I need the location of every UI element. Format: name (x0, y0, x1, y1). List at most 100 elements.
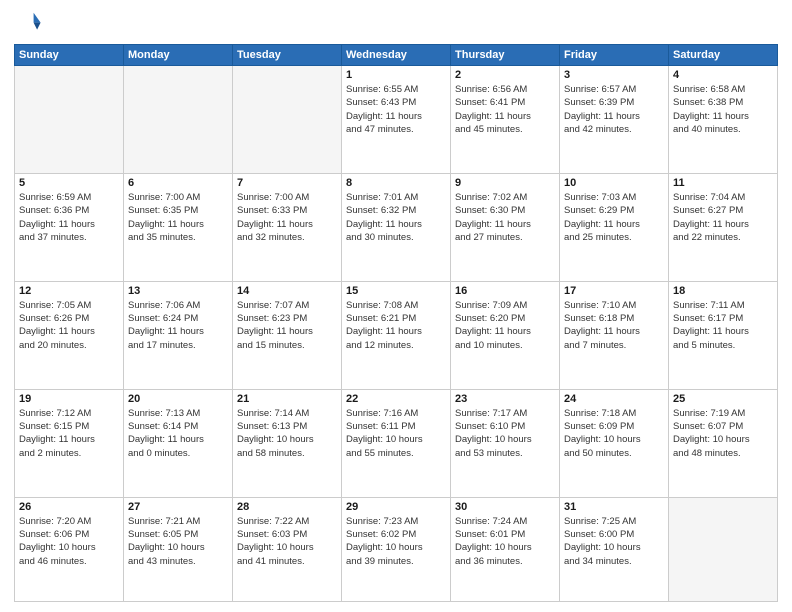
day-number: 27 (128, 501, 228, 513)
day-info: Sunrise: 7:10 AM Sunset: 6:18 PM Dayligh… (564, 299, 664, 352)
day-number: 6 (128, 177, 228, 189)
day-number: 3 (564, 69, 664, 81)
day-number: 16 (455, 285, 555, 297)
day-info: Sunrise: 7:21 AM Sunset: 6:05 PM Dayligh… (128, 515, 228, 568)
calendar-week-0: 1 Sunrise: 6:55 AM Sunset: 6:43 PM Daylig… (15, 66, 778, 174)
day-info: Sunrise: 7:09 AM Sunset: 6:20 PM Dayligh… (455, 299, 555, 352)
calendar-day-30: 30 Sunrise: 7:24 AM Sunset: 6:01 PM Dayli… (451, 497, 560, 601)
day-info: Sunrise: 7:01 AM Sunset: 6:32 PM Dayligh… (346, 191, 446, 244)
calendar-day-6: 6 Sunrise: 7:00 AM Sunset: 6:35 PM Daylig… (124, 173, 233, 281)
day-info: Sunrise: 7:11 AM Sunset: 6:17 PM Dayligh… (673, 299, 773, 352)
day-number: 31 (564, 501, 664, 513)
day-number: 2 (455, 69, 555, 81)
calendar-empty (669, 497, 778, 601)
calendar-day-13: 13 Sunrise: 7:06 AM Sunset: 6:24 PM Dayli… (124, 281, 233, 389)
calendar-day-10: 10 Sunrise: 7:03 AM Sunset: 6:29 PM Dayli… (560, 173, 669, 281)
calendar-day-4: 4 Sunrise: 6:58 AM Sunset: 6:38 PM Daylig… (669, 66, 778, 174)
calendar-day-20: 20Sunrise: 7:13 AM Sunset: 6:14 PM Dayli… (124, 389, 233, 497)
calendar-day-12: 12 Sunrise: 7:05 AM Sunset: 6:26 PM Dayli… (15, 281, 124, 389)
day-info: Sunrise: 7:00 AM Sunset: 6:35 PM Dayligh… (128, 191, 228, 244)
day-number: 10 (564, 177, 664, 189)
day-info: Sunrise: 7:08 AM Sunset: 6:21 PM Dayligh… (346, 299, 446, 352)
day-header-friday: Friday (560, 45, 669, 66)
day-number: 1 (346, 69, 446, 81)
calendar-day-7: 7 Sunrise: 7:00 AM Sunset: 6:33 PM Daylig… (233, 173, 342, 281)
calendar-day-25: 25 Sunrise: 7:19 AM Sunset: 6:07 PM Dayli… (669, 389, 778, 497)
day-number: 22 (346, 393, 446, 405)
day-number: 8 (346, 177, 446, 189)
day-number: 13 (128, 285, 228, 297)
day-info: Sunrise: 7:25 AM Sunset: 6:00 PM Dayligh… (564, 515, 664, 568)
day-number: 24 (564, 393, 664, 405)
calendar-day-14: 14 Sunrise: 7:07 AM Sunset: 6:23 PM Dayli… (233, 281, 342, 389)
day-info: Sunrise: 7:24 AM Sunset: 6:01 PM Dayligh… (455, 515, 555, 568)
calendar-day-18: 18 Sunrise: 7:11 AM Sunset: 6:17 PM Dayli… (669, 281, 778, 389)
day-header-wednesday: Wednesday (342, 45, 451, 66)
calendar-day-27: 27 Sunrise: 7:21 AM Sunset: 6:05 PM Dayli… (124, 497, 233, 601)
day-number: 12 (19, 285, 119, 297)
day-number: 30 (455, 501, 555, 513)
calendar-day-26: 26 Sunrise: 7:20 AM Sunset: 6:06 PM Dayli… (15, 497, 124, 601)
day-number: 9 (455, 177, 555, 189)
day-info: Sunrise: 6:56 AM Sunset: 6:41 PM Dayligh… (455, 83, 555, 136)
day-info: Sunrise: 7:05 AM Sunset: 6:26 PM Dayligh… (19, 299, 119, 352)
day-info: Sunrise: 7:23 AM Sunset: 6:02 PM Dayligh… (346, 515, 446, 568)
calendar-empty (233, 66, 342, 174)
calendar-day-29: 29 Sunrise: 7:23 AM Sunset: 6:02 PM Dayli… (342, 497, 451, 601)
calendar-day-8: 8 Sunrise: 7:01 AM Sunset: 6:32 PM Daylig… (342, 173, 451, 281)
day-header-sunday: Sunday (15, 45, 124, 66)
day-info: Sunrise: 7:00 AM Sunset: 6:33 PM Dayligh… (237, 191, 337, 244)
day-number: 4 (673, 69, 773, 81)
day-info: Sunrise: 6:59 AM Sunset: 6:36 PM Dayligh… (19, 191, 119, 244)
day-info: Sunrise: 7:22 AM Sunset: 6:03 PM Dayligh… (237, 515, 337, 568)
day-number: 20 (128, 393, 228, 405)
day-number: 14 (237, 285, 337, 297)
day-header-tuesday: Tuesday (233, 45, 342, 66)
calendar-day-22: 22Sunrise: 7:16 AM Sunset: 6:11 PM Dayli… (342, 389, 451, 497)
day-header-monday: Monday (124, 45, 233, 66)
day-number: 15 (346, 285, 446, 297)
calendar-week-3: 19 Sunrise: 7:12 AM Sunset: 6:15 PM Dayli… (15, 389, 778, 497)
day-info: Sunrise: 7:07 AM Sunset: 6:23 PM Dayligh… (237, 299, 337, 352)
calendar-day-9: 9 Sunrise: 7:02 AM Sunset: 6:30 PM Daylig… (451, 173, 560, 281)
day-number: 18 (673, 285, 773, 297)
day-number: 7 (237, 177, 337, 189)
day-info: Sunrise: 6:55 AM Sunset: 6:43 PM Dayligh… (346, 83, 446, 136)
page: SundayMondayTuesdayWednesdayThursdayFrid… (0, 0, 792, 612)
logo-icon (14, 10, 42, 38)
calendar-table: SundayMondayTuesdayWednesdayThursdayFrid… (14, 44, 778, 602)
day-info: Sunrise: 7:19 AM Sunset: 6:07 PM Dayligh… (673, 407, 773, 460)
calendar-day-3: 3Sunrise: 6:57 AM Sunset: 6:39 PM Daylig… (560, 66, 669, 174)
day-number: 26 (19, 501, 119, 513)
day-number: 23 (455, 393, 555, 405)
calendar-week-2: 12 Sunrise: 7:05 AM Sunset: 6:26 PM Dayli… (15, 281, 778, 389)
day-info: Sunrise: 7:03 AM Sunset: 6:29 PM Dayligh… (564, 191, 664, 244)
calendar-day-5: 5 Sunrise: 6:59 AM Sunset: 6:36 PM Daylig… (15, 173, 124, 281)
calendar-week-1: 5 Sunrise: 6:59 AM Sunset: 6:36 PM Daylig… (15, 173, 778, 281)
calendar-day-1: 1 Sunrise: 6:55 AM Sunset: 6:43 PM Daylig… (342, 66, 451, 174)
day-info: Sunrise: 7:20 AM Sunset: 6:06 PM Dayligh… (19, 515, 119, 568)
day-number: 29 (346, 501, 446, 513)
day-number: 11 (673, 177, 773, 189)
day-info: Sunrise: 7:02 AM Sunset: 6:30 PM Dayligh… (455, 191, 555, 244)
calendar-day-15: 15 Sunrise: 7:08 AM Sunset: 6:21 PM Dayli… (342, 281, 451, 389)
day-number: 5 (19, 177, 119, 189)
calendar-day-31: 31 Sunrise: 7:25 AM Sunset: 6:00 PM Dayli… (560, 497, 669, 601)
calendar-day-2: 2 Sunrise: 6:56 AM Sunset: 6:41 PM Daylig… (451, 66, 560, 174)
calendar-day-28: 28 Sunrise: 7:22 AM Sunset: 6:03 PM Dayli… (233, 497, 342, 601)
calendar-day-16: 16 Sunrise: 7:09 AM Sunset: 6:20 PM Dayli… (451, 281, 560, 389)
day-header-thursday: Thursday (451, 45, 560, 66)
calendar-day-23: 23Sunrise: 7:17 AM Sunset: 6:10 PM Dayli… (451, 389, 560, 497)
day-number: 21 (237, 393, 337, 405)
day-info: Sunrise: 6:58 AM Sunset: 6:38 PM Dayligh… (673, 83, 773, 136)
day-number: 19 (19, 393, 119, 405)
day-number: 28 (237, 501, 337, 513)
day-info: Sunrise: 7:06 AM Sunset: 6:24 PM Dayligh… (128, 299, 228, 352)
calendar-empty (124, 66, 233, 174)
calendar-day-24: 24Sunrise: 7:18 AM Sunset: 6:09 PM Dayli… (560, 389, 669, 497)
logo (14, 10, 44, 38)
day-number: 25 (673, 393, 773, 405)
day-info: Sunrise: 7:14 AM Sunset: 6:13 PM Dayligh… (237, 407, 337, 460)
calendar-day-11: 11Sunrise: 7:04 AM Sunset: 6:27 PM Dayli… (669, 173, 778, 281)
day-info: Sunrise: 7:12 AM Sunset: 6:15 PM Dayligh… (19, 407, 119, 460)
